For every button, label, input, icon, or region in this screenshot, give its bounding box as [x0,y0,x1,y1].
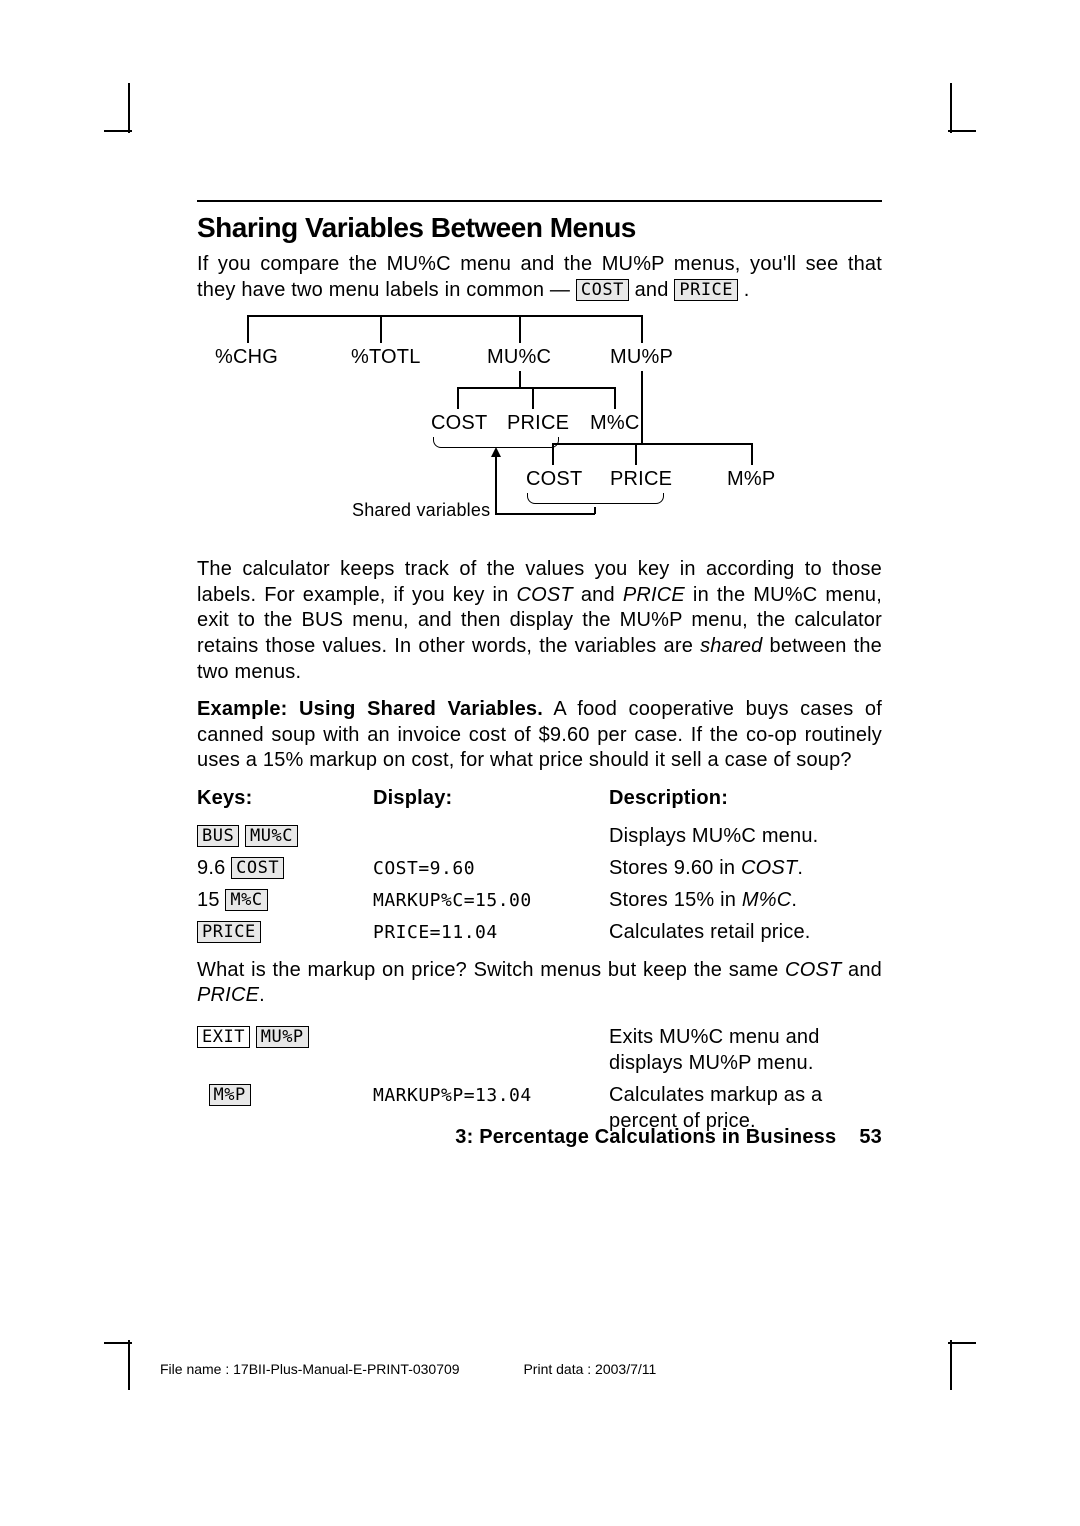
menu-key: BUS [197,825,239,847]
menu-key: PRICE [197,921,261,943]
diagram-label: COST [526,467,582,493]
meta-file: File name : 17BII-Plus-Manual-E-PRINT-03… [160,1361,460,1377]
description-cell: Stores 15% in M%C. [609,884,882,916]
diagram-label: M%C [590,411,640,437]
diagram-label: MU%P [610,345,673,371]
crop-mark [128,83,130,133]
intro-paragraph: If you compare the MU%C menu and the MU%… [197,252,882,303]
crop-mark [948,1342,976,1344]
crop-mark [128,1340,130,1390]
mid-paragraph: What is the markup on price? Switch menu… [197,958,882,1009]
diagram-label: M%P [727,467,775,493]
chapter-name: 3: Percentage Calculations in Business [455,1126,836,1148]
table-header: Description: [609,786,882,820]
crop-mark [948,130,976,132]
meta-print: Print data : 2003/7/11 [523,1361,656,1377]
description-cell: Displays MU%C menu. [609,820,882,852]
intro-text: If you compare the MU%C menu and the MU%… [197,253,882,301]
hard-key: EXIT [197,1026,250,1048]
crop-mark [950,1340,952,1390]
table-header: Keys: [197,786,373,820]
menu-key: M%C [225,889,267,911]
menu-key: MU%C [245,825,298,847]
diagram-label: %CHG [215,345,278,371]
table-row: BUS MU%C Displays MU%C menu. [197,820,882,852]
menu-key: COST [231,857,284,879]
menu-key-cost: COST [576,279,629,301]
diagram-label: %TOTL [351,345,421,371]
diagram-label: PRICE [610,467,672,493]
body-paragraph: The calculator keeps track of the values… [197,557,882,685]
table-row: PRICE PRICE=11.04 Calculates retail pric… [197,916,882,948]
section-rule [197,200,882,202]
page-footer: 3: Percentage Calculations in Business 5… [197,1091,882,1151]
display-value: COST=9.60 [373,858,475,879]
description-cell: Calculates retail price. [609,916,882,948]
example-lead: Example: Using Shared Variables. [197,698,543,720]
print-metadata: File name : 17BII-Plus-Manual-E-PRINT-03… [160,1361,716,1377]
menu-key-price: PRICE [674,279,738,301]
diagram-label: MU%C [487,345,551,371]
diagram-label: PRICE [507,411,569,437]
table-header: Display: [373,786,609,820]
shared-brace-icon [527,493,664,504]
example-table: Keys: Display: Description: BUS MU%C Dis… [197,786,882,948]
table-row: 9.6 COST COST=9.60 Stores 9.60 in COST. [197,852,882,884]
description-cell: Exits MU%C menu and displays MU%P menu. [609,1021,882,1079]
menu-key: MU%P [256,1026,309,1048]
page-number: 53 [859,1126,882,1148]
diagram-shared-label: Shared variables [352,499,490,522]
menu-tree-diagram: %CHG %TOTL MU%C MU%P COST PRICE M%C [197,315,882,545]
section-heading: Sharing Variables Between Menus [197,212,882,244]
display-value: MARKUP%C=15.00 [373,890,532,911]
arrow-up-icon [491,447,501,457]
crop-mark [950,83,952,133]
example-paragraph: Example: Using Shared Variables. A food … [197,697,882,774]
table-row: EXIT MU%P Exits MU%C menu and displays M… [197,1021,882,1079]
display-value: PRICE=11.04 [373,922,498,943]
description-cell: Stores 9.60 in COST. [609,852,882,884]
diagram-label: COST [431,411,487,437]
table-row: 15 M%C MARKUP%C=15.00 Stores 15% in M%C. [197,884,882,916]
